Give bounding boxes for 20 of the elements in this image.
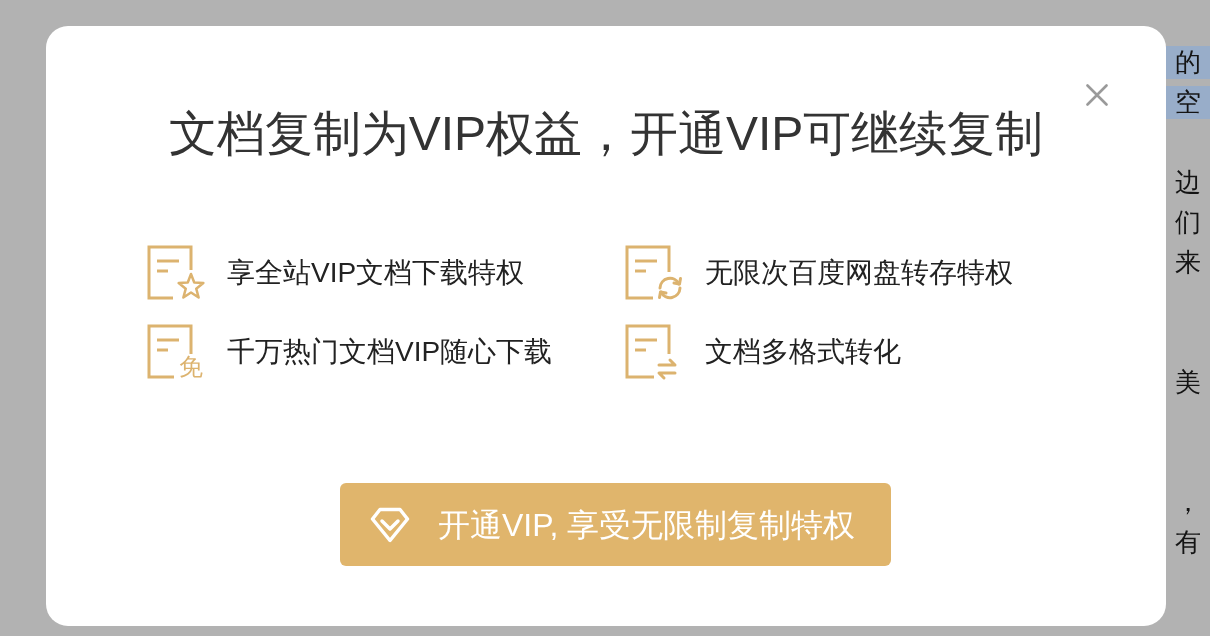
document-text: 美 <box>1174 365 1202 399</box>
diamond-icon <box>370 506 410 543</box>
document-text: 有 <box>1174 525 1202 559</box>
benefit-text: 享全站VIP文档下载特权 <box>227 256 525 290</box>
document-text: ， <box>1174 485 1202 519</box>
close-button[interactable] <box>1084 82 1110 108</box>
benefit-text: 千万热门文档VIP随心下载 <box>227 335 553 369</box>
document-sync-icon <box>624 244 684 302</box>
document-text: 空 <box>1166 85 1210 119</box>
benefit-text: 无限次百度网盘转存特权 <box>705 256 1013 290</box>
free-label: 免 <box>179 355 203 379</box>
open-vip-button[interactable]: 开通VIP, 享受无限制复制特权 <box>340 483 891 566</box>
document-star-icon <box>146 244 206 302</box>
document-text: 们 <box>1174 205 1202 239</box>
dialog-title: 文档复制为VIP权益，开通VIP可继续复制 <box>168 108 1044 160</box>
document-text: 边 <box>1174 165 1202 199</box>
benefit-text: 文档多格式转化 <box>705 335 901 369</box>
close-icon <box>1086 84 1108 106</box>
document-text: 的 <box>1166 45 1210 79</box>
document-text: 来 <box>1174 245 1202 279</box>
